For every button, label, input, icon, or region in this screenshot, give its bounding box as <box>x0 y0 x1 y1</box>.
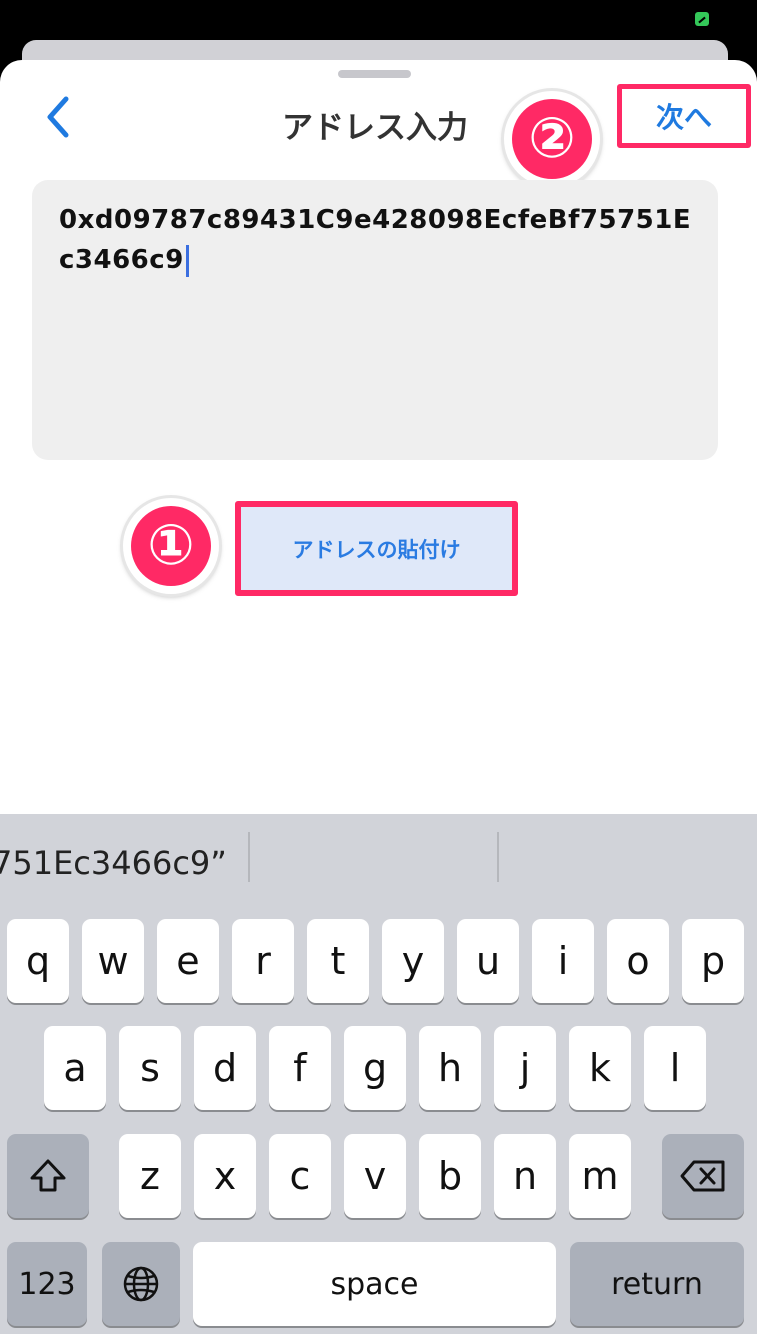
suggestion-bar: 751Ec3466c9” <box>0 814 757 904</box>
key-u[interactable]: u <box>457 919 519 1003</box>
key-x[interactable]: x <box>194 1134 256 1218</box>
key-w[interactable]: w <box>82 919 144 1003</box>
delete-icon <box>680 1160 725 1192</box>
key-r[interactable]: r <box>232 919 294 1003</box>
space-key[interactable]: space <box>193 1242 556 1326</box>
key-c[interactable]: c <box>269 1134 331 1218</box>
globe-icon <box>123 1266 159 1302</box>
address-value: 0xd09787c89431C9e428098EcfeBf75751Ec3466… <box>59 205 692 275</box>
paste-address-button[interactable]: アドレスの貼付け <box>235 501 518 596</box>
numbers-key[interactable]: 123 <box>7 1242 87 1326</box>
address-input-sheet: アドレス入力 次へ ② 0xd09787c89431C9e428098EcfeB… <box>0 60 757 820</box>
key-y[interactable]: y <box>382 919 444 1003</box>
battery-icon <box>695 12 709 26</box>
shift-icon <box>30 1159 66 1192</box>
key-f[interactable]: f <box>269 1026 331 1110</box>
key-d[interactable]: d <box>194 1026 256 1110</box>
key-t[interactable]: t <box>307 919 369 1003</box>
key-j[interactable]: j <box>494 1026 556 1110</box>
step-2-badge: ② <box>504 91 600 187</box>
return-key[interactable]: return <box>570 1242 744 1326</box>
back-button[interactable] <box>40 92 80 142</box>
key-k[interactable]: k <box>569 1026 631 1110</box>
key-s[interactable]: s <box>119 1026 181 1110</box>
key-q[interactable]: q <box>7 919 69 1003</box>
delete-key[interactable] <box>662 1134 744 1218</box>
step-1-badge: ① <box>123 498 219 594</box>
shift-key[interactable] <box>7 1134 89 1218</box>
text-cursor <box>185 244 189 277</box>
key-h[interactable]: h <box>419 1026 481 1110</box>
address-field[interactable]: 0xd09787c89431C9e428098EcfeBf75751Ec3466… <box>32 180 718 460</box>
key-m[interactable]: m <box>569 1134 631 1218</box>
sheet-grabber[interactable] <box>338 70 411 78</box>
key-o[interactable]: o <box>607 919 669 1003</box>
step-2-number: ② <box>512 99 592 179</box>
step-1-number: ① <box>131 506 211 586</box>
keyboard: 751Ec3466c9” q w e r t y u i o p a s d f… <box>0 814 757 1334</box>
key-g[interactable]: g <box>344 1026 406 1110</box>
next-button[interactable]: 次へ <box>617 84 751 148</box>
suggestion-divider <box>248 832 250 882</box>
chevron-left-icon <box>47 96 69 138</box>
key-l[interactable]: l <box>644 1026 706 1110</box>
suggestion-divider <box>497 832 499 882</box>
suggestion-item[interactable]: 751Ec3466c9” <box>0 844 227 882</box>
key-i[interactable]: i <box>532 919 594 1003</box>
address-text-wrapper: 0xd09787c89431C9e428098EcfeBf75751Ec3466… <box>59 200 694 280</box>
page-title: アドレス入力 <box>282 110 468 146</box>
key-z[interactable]: z <box>119 1134 181 1218</box>
globe-key[interactable] <box>102 1242 180 1326</box>
key-v[interactable]: v <box>344 1134 406 1218</box>
key-a[interactable]: a <box>44 1026 106 1110</box>
key-n[interactable]: n <box>494 1134 556 1218</box>
key-b[interactable]: b <box>419 1134 481 1218</box>
key-p[interactable]: p <box>682 919 744 1003</box>
key-e[interactable]: e <box>157 919 219 1003</box>
